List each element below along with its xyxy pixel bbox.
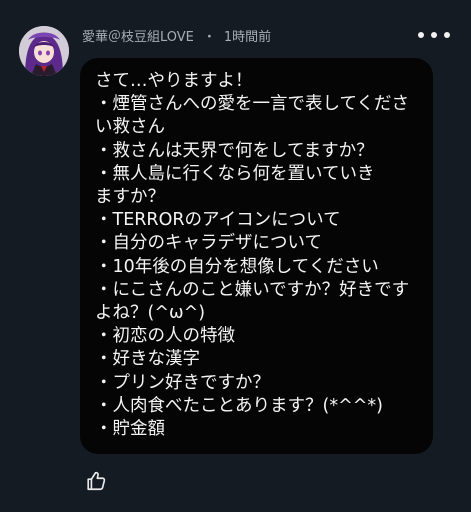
more-horizontal-icon [444, 32, 450, 38]
more-horizontal-icon [418, 32, 424, 38]
comment-meta: 愛華＠枝豆組LOVE ・ 1時間前 [82, 26, 272, 45]
avatar[interactable] [19, 26, 69, 76]
comment-bubble: さて…やりますよ！ ・煙管さんへの愛を一言で表してくださ い救さん ・救さんは天… [80, 58, 433, 454]
meta-separator: ・ [202, 29, 216, 45]
more-options-button[interactable] [418, 28, 450, 42]
comment-item: 愛華＠枝豆組LOVE ・ 1時間前 さて…やりますよ！ ・煙管さんへの愛を一言で… [0, 0, 471, 512]
author-name[interactable]: 愛華＠枝豆組LOVE [82, 26, 194, 45]
avatar-image [19, 26, 69, 76]
more-horizontal-icon [431, 32, 437, 38]
like-button[interactable] [85, 470, 107, 492]
thumbs-up-icon [87, 471, 106, 491]
comment-text: さて…やりますよ！ ・煙管さんへの愛を一言で表してくださ い救さん ・救さんは天… [95, 71, 410, 440]
timestamp: 1時間前 [223, 29, 272, 45]
